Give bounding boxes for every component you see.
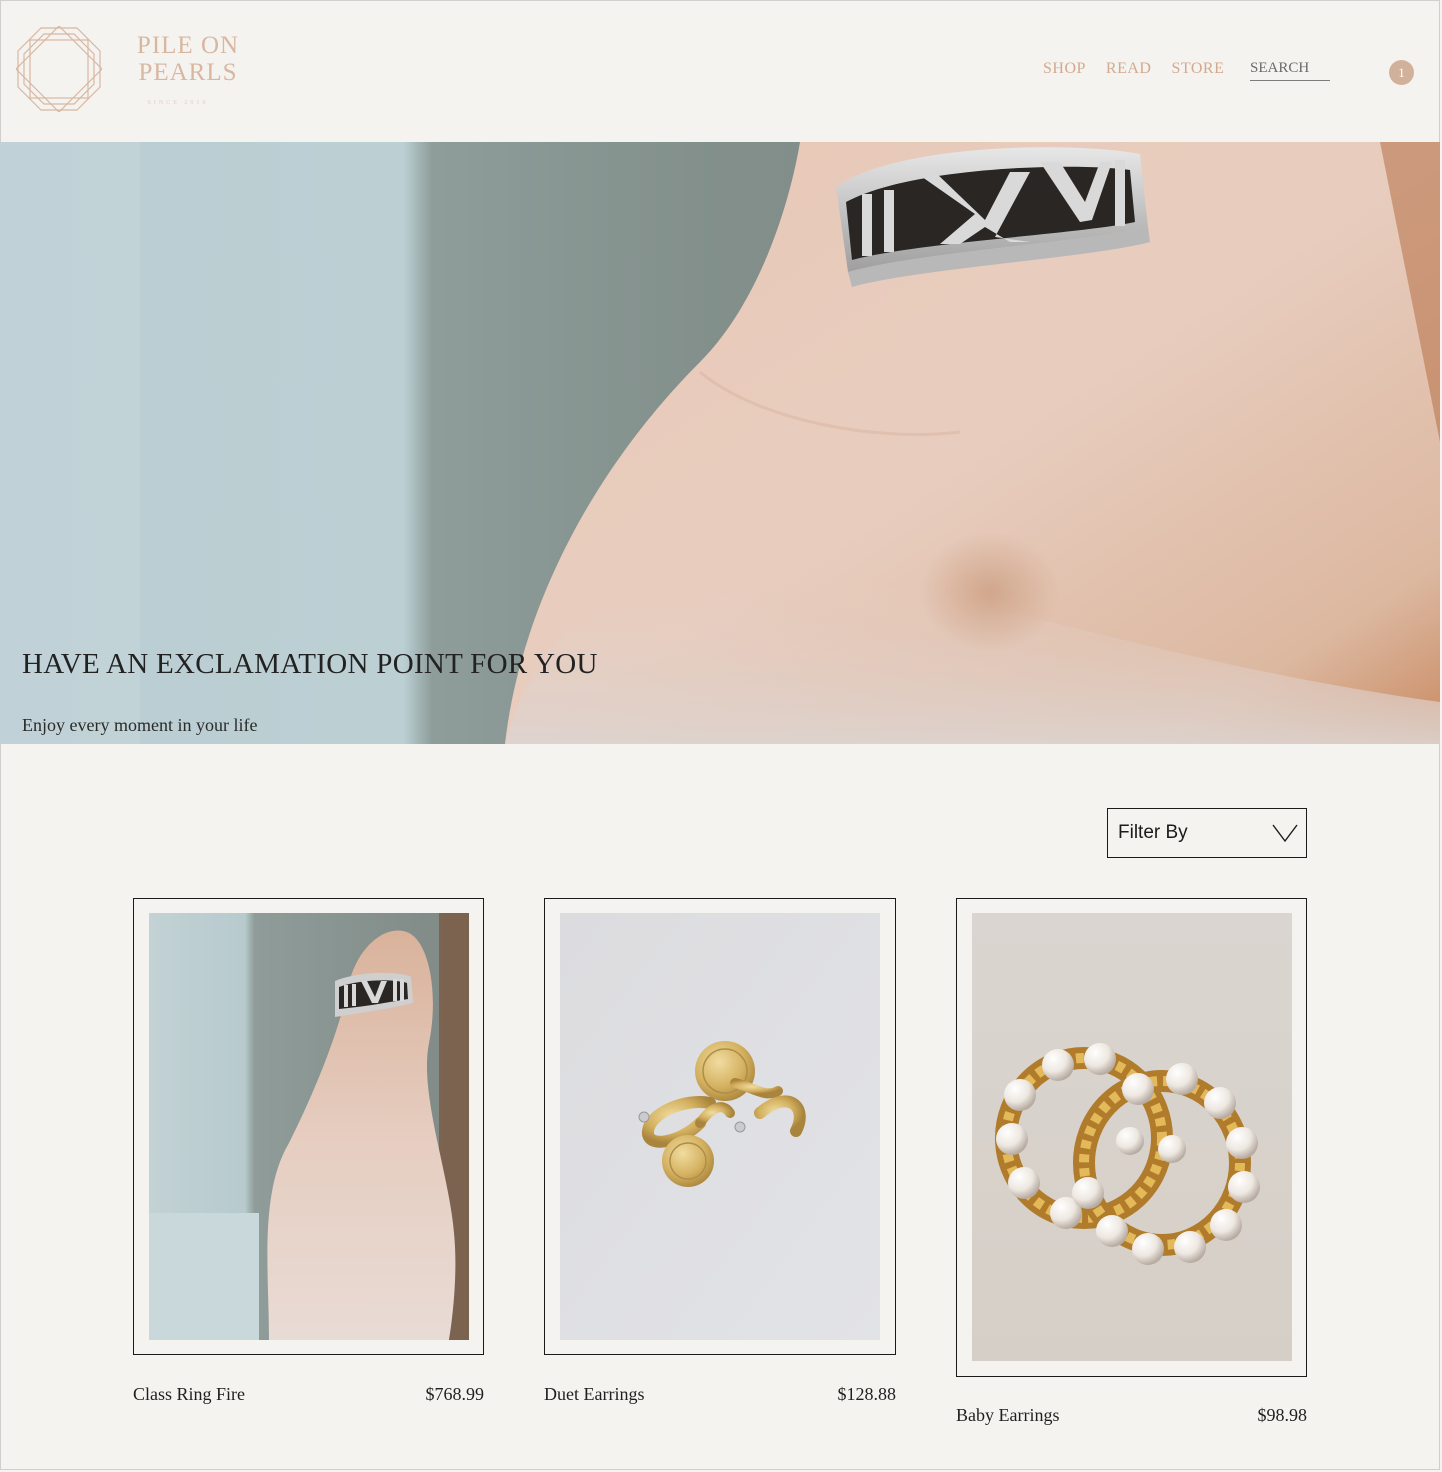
product-image-baby-earrings <box>972 913 1292 1361</box>
main-nav: SHOP READ STORE <box>1043 60 1224 78</box>
product-price-duet-earrings: $128.88 <box>837 1384 897 1404</box>
product-image-duet-earrings <box>560 913 880 1340</box>
site-header: PILE ON PEARLS SINCE 2019 SHOP READ STOR… <box>0 0 1442 142</box>
filter-dropdown[interactable]: Filter By <box>1107 808 1307 858</box>
product-name-duet-earrings[interactable]: Duet Earrings <box>544 1384 644 1405</box>
brand-tagline: SINCE 2019 <box>147 100 209 106</box>
hero-subtitle: Enjoy every moment in your life <box>22 715 258 735</box>
brand-logo-text[interactable]: PILE ON PEARLS <box>118 32 258 86</box>
chevron-down-icon <box>1272 824 1298 843</box>
nav-shop-link[interactable]: SHOP <box>1043 60 1086 78</box>
product-card-class-ring[interactable] <box>133 898 484 1355</box>
product-image-class-ring <box>149 913 469 1340</box>
product-price-class-ring: $768.99 <box>425 1384 485 1404</box>
nav-store-link[interactable]: STORE <box>1171 60 1224 78</box>
cart-count-badge[interactable]: 1 <box>1389 60 1414 85</box>
hero-title: HAVE AN EXCLAMATION POINT FOR YOU <box>22 648 598 680</box>
product-price-baby-earrings: $98.98 <box>1257 1405 1308 1425</box>
product-card-duet-earrings[interactable] <box>544 898 896 1355</box>
logo-octagon-icon[interactable] <box>16 26 102 112</box>
product-name-baby-earrings[interactable]: Baby Earrings <box>956 1405 1059 1426</box>
brand-line-1: PILE ON <box>136 32 240 59</box>
brand-line-2: PEARLS <box>138 59 238 86</box>
product-card-baby-earrings[interactable] <box>956 898 1307 1377</box>
nav-read-link[interactable]: READ <box>1106 60 1152 78</box>
hero-banner: HAVE AN EXCLAMATION POINT FOR YOU Enjoy … <box>0 142 1440 744</box>
filter-label: Filter By <box>1118 822 1188 843</box>
search-input[interactable] <box>1250 60 1330 81</box>
product-name-class-ring[interactable]: Class Ring Fire <box>133 1384 245 1405</box>
